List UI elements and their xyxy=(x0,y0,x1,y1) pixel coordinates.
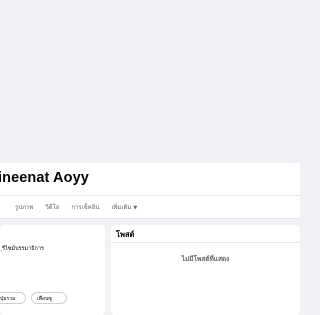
posts-title: โพสต์ xyxy=(116,230,135,239)
tab-checkins[interactable]: การเช็คอิน xyxy=(65,200,105,216)
tab-label: รูปภาพ xyxy=(15,204,34,211)
tab-label: เพิ่มเติม xyxy=(111,204,132,211)
cover-area xyxy=(0,0,300,163)
intro-text: ุรีไซม์บรรมาธิการ xyxy=(2,246,44,252)
tab-videos[interactable]: วิดีโอ xyxy=(39,200,65,216)
intro-button-2[interactable]: เพื่อนซู xyxy=(31,292,67,304)
profile-name: ineenat Aoyy xyxy=(0,170,89,186)
profile-tabs: รูปภาพ วิดีโอ การเช็คอิน เพิ่มเติม ▼ xyxy=(9,200,143,216)
header-divider xyxy=(0,195,300,196)
intro-button-1[interactable]: ปุ่มรวม xyxy=(0,292,26,304)
tab-label: การเช็คอิน xyxy=(71,204,100,211)
tab-more[interactable]: เพิ่มเติม ▼ xyxy=(105,200,143,216)
caret-down-icon: ▼ xyxy=(133,205,138,211)
tab-label: วิดีโอ xyxy=(45,204,60,211)
tab-photos[interactable]: รูปภาพ xyxy=(9,200,39,216)
posts-header xyxy=(111,225,300,243)
empty-posts-message: ไม่มีโพสต์ที่แสดง xyxy=(181,255,230,263)
